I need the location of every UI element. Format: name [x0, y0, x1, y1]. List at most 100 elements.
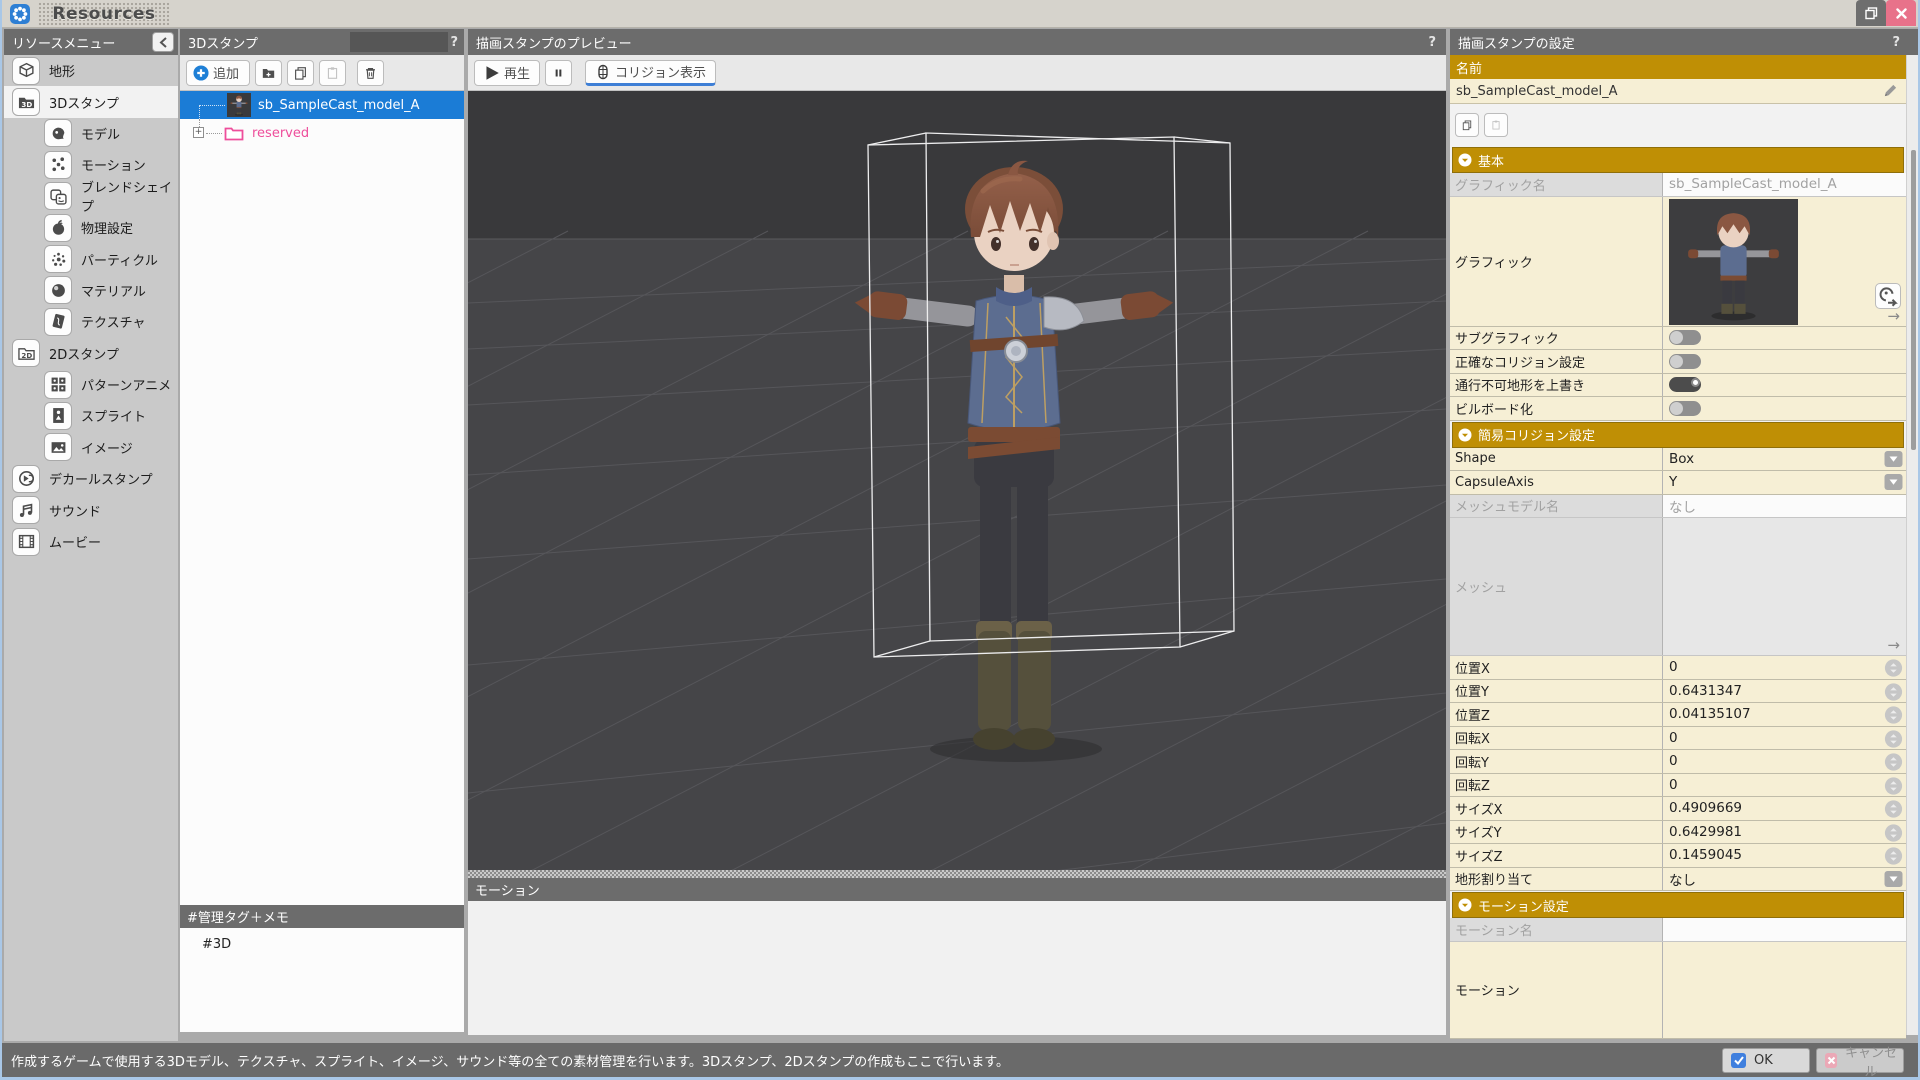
setting-value-sub-graphic[interactable]	[1663, 327, 1906, 350]
setting-value-pos-x[interactable]: 0	[1663, 656, 1906, 679]
sidebar-item-decal[interactable]: デカールスタンプ	[4, 463, 178, 494]
add-icon	[193, 65, 209, 81]
sidebar-item-blendshape[interactable]: ブレンドシェイプ	[4, 181, 178, 212]
preview-help-button[interactable]: ?	[1428, 29, 1436, 55]
setting-label-pos-y: 位置Y	[1450, 680, 1663, 703]
play-button[interactable]: 再生	[474, 60, 540, 86]
sidebar-item-texture[interactable]: テクスチャ	[4, 306, 178, 337]
spinner-icon[interactable]	[1884, 729, 1903, 746]
billboard-toggle[interactable]	[1669, 401, 1701, 416]
settings-scrollbar[interactable]	[1906, 55, 1920, 1035]
chevron-down-icon	[1458, 898, 1472, 912]
setting-value-pos-z[interactable]: 0.04135107	[1663, 703, 1906, 726]
spinner-icon[interactable]	[1884, 659, 1903, 676]
title-bar: Resources	[2, 0, 1918, 28]
sidebar-item-label: テクスチャ	[81, 312, 145, 331]
copy-settings-button[interactable]	[1455, 113, 1479, 137]
tree-item-model[interactable]: sb_SampleCast_model_A	[180, 91, 464, 119]
graphic-thumbnail[interactable]	[1669, 199, 1798, 325]
section-header-section-motion[interactable]: モーション設定	[1452, 892, 1904, 918]
splitter-handle[interactable]	[468, 870, 1446, 878]
dropdown-icon[interactable]	[1884, 450, 1903, 467]
ok-button[interactable]: OK	[1722, 1048, 1810, 1073]
setting-value-billboard[interactable]	[1663, 397, 1906, 420]
setting-label-shape: Shape	[1450, 448, 1663, 471]
sidebar-item-material[interactable]: マテリアル	[4, 275, 178, 306]
sidebar-item-sprite[interactable]: スプライト	[4, 400, 178, 431]
setting-value-size-y[interactable]: 0.6429981	[1663, 821, 1906, 844]
setting-value-accurate-collision[interactable]	[1663, 350, 1906, 373]
setting-value-impassable-overwrite[interactable]	[1663, 374, 1906, 397]
stamp-help-button[interactable]: ?	[450, 29, 458, 55]
setting-value-pos-y[interactable]: 0.6431347	[1663, 680, 1906, 703]
setting-value-capsule-axis[interactable]: Y	[1663, 471, 1906, 494]
sidebar-item-sound[interactable]: サウンド	[4, 494, 178, 525]
sidebar-item-particle[interactable]: パーティクル	[4, 243, 178, 274]
setting-value-size-x[interactable]: 0.4909669	[1663, 797, 1906, 820]
motion-timeline-area[interactable]	[468, 901, 1446, 1035]
setting-value-rot-y[interactable]: 0	[1663, 750, 1906, 773]
spinner-icon[interactable]	[1884, 800, 1903, 817]
collision-display-toggle[interactable]: コリジョン表示	[585, 60, 716, 86]
impassable-overwrite-toggle[interactable]	[1669, 377, 1701, 392]
app-icon	[10, 4, 30, 24]
sub-graphic-toggle[interactable]	[1669, 330, 1701, 345]
spinner-icon[interactable]	[1884, 706, 1903, 723]
sidebar-item-label: モデル	[81, 124, 120, 143]
setting-value-rot-x[interactable]: 0	[1663, 727, 1906, 750]
spinner-icon[interactable]	[1884, 847, 1903, 864]
scrollbar-thumb[interactable]	[1911, 150, 1916, 450]
paste-icon	[1491, 117, 1501, 133]
restore-button[interactable]	[1856, 0, 1886, 26]
dropdown-icon[interactable]	[1884, 474, 1903, 491]
section-header-section-basic[interactable]: 基本	[1452, 147, 1904, 173]
tree-item-folder[interactable]: +reserved	[180, 119, 464, 147]
sidebar-item-pattern-anime[interactable]: パターンアニメ	[4, 369, 178, 400]
collapse-sidebar-button[interactable]	[152, 32, 174, 52]
accurate-collision-toggle[interactable]	[1669, 354, 1701, 369]
arrow-right-icon[interactable]: →	[1887, 307, 1900, 325]
paste-settings-button[interactable]	[1484, 113, 1508, 137]
settings-help-button[interactable]: ?	[1892, 29, 1900, 55]
arrow-right-icon[interactable]: →	[1887, 636, 1900, 654]
setting-value-rot-z[interactable]: 0	[1663, 774, 1906, 797]
swap-model-icon[interactable]	[1875, 283, 1901, 309]
name-field[interactable]: sb_SampleCast_model_A	[1450, 79, 1906, 104]
sidebar-item-movie[interactable]: ムービー	[4, 526, 178, 557]
duplicate-button[interactable]	[287, 60, 314, 86]
settings-row-billboard: ビルボード化	[1450, 397, 1906, 421]
pause-button[interactable]	[545, 60, 572, 86]
close-button[interactable]	[1886, 0, 1916, 26]
spinner-icon[interactable]	[1884, 823, 1903, 840]
spinner-icon[interactable]	[1884, 776, 1903, 793]
sidebar-item-terrain[interactable]: 地形	[4, 55, 178, 86]
setting-value-graphic[interactable]: →	[1663, 197, 1906, 326]
sidebar-item-folder-3d[interactable]: 3D3Dスタンプ	[4, 86, 178, 117]
sidebar-item-image[interactable]: イメージ	[4, 432, 178, 463]
check-icon	[1731, 1053, 1746, 1068]
sidebar-item-label: ムービー	[49, 532, 101, 551]
3d-viewport[interactable]	[468, 91, 1446, 870]
expander-icon[interactable]: +	[193, 127, 204, 138]
setting-value-terrain-assign[interactable]: なし	[1663, 868, 1906, 891]
spinner-icon[interactable]	[1884, 682, 1903, 699]
paste-button[interactable]	[319, 60, 346, 86]
cancel-button[interactable]: キャンセル	[1816, 1048, 1904, 1073]
setting-value-shape[interactable]: Box	[1663, 448, 1906, 471]
delete-button[interactable]	[357, 60, 384, 86]
sidebar-item-physics[interactable]: 物理設定	[4, 212, 178, 243]
setting-value-motion[interactable]	[1663, 942, 1906, 1038]
section-header-section-simple-collision[interactable]: 簡易コリジョン設定	[1452, 422, 1904, 448]
new-folder-button[interactable]	[255, 60, 282, 86]
dropdown-icon[interactable]	[1884, 870, 1903, 887]
add-button[interactable]: 追加	[186, 60, 250, 86]
setting-value-size-z[interactable]: 0.1459045	[1663, 844, 1906, 867]
status-text: 作成するゲームで使用する3Dモデル、テクスチャ、スプライト、イメージ、サウンド等…	[11, 1051, 1009, 1070]
tags-memo-area[interactable]: #3D	[180, 928, 464, 1032]
spinner-icon[interactable]	[1884, 753, 1903, 770]
search-input[interactable]	[350, 32, 448, 52]
sidebar-item-model[interactable]: モデル	[4, 118, 178, 149]
sidebar-item-folder-2d[interactable]: 2D2Dスタンプ	[4, 338, 178, 369]
sidebar-item-motion[interactable]: モーション	[4, 149, 178, 180]
setting-label-motion-name: モーション名	[1450, 918, 1663, 941]
